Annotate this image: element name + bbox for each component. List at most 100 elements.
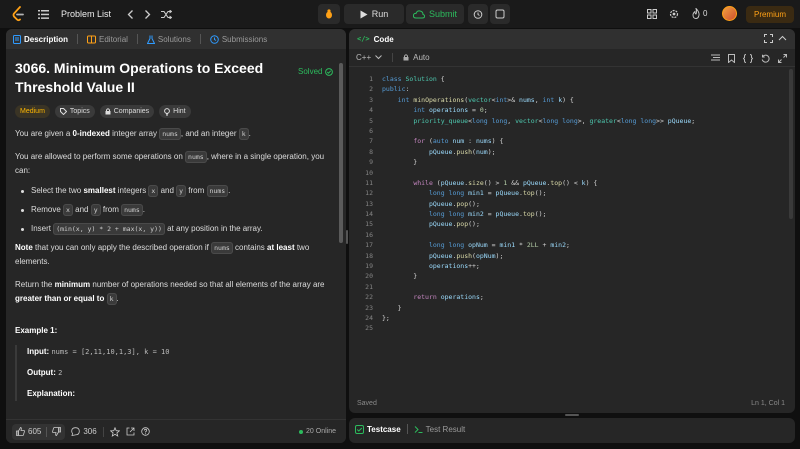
code-line[interactable]: public: <box>382 84 695 94</box>
panel-resize-handle-vertical[interactable] <box>346 230 348 244</box>
panel-resize-handle-horizontal[interactable] <box>565 414 579 416</box>
expand-icon[interactable] <box>778 54 787 63</box>
notes-button[interactable] <box>490 4 510 24</box>
line-number: 14 <box>365 210 373 219</box>
debug-button[interactable] <box>318 4 340 24</box>
code-line[interactable] <box>382 230 695 240</box>
code-line[interactable]: } <box>382 303 695 313</box>
line-number: 13 <box>365 199 373 208</box>
code-line[interactable]: } <box>382 157 695 167</box>
comments-button[interactable]: 306 <box>71 427 97 436</box>
share-icon[interactable] <box>126 427 135 436</box>
code-line[interactable] <box>382 323 695 333</box>
code-line[interactable]: while (pQueue.size() > 1 && pQueue.top()… <box>382 178 695 188</box>
code-line[interactable]: for (auto num : nums) { <box>382 136 695 146</box>
code-line[interactable]: int minOperations(vector<int>& nums, int… <box>382 95 695 105</box>
solved-badge: Solved <box>298 65 334 79</box>
line-number: 4 <box>369 106 373 115</box>
vote-divider <box>46 426 48 437</box>
code-line[interactable] <box>382 168 695 178</box>
problem-title[interactable]: 3066. Minimum Operations to Exceed Thres… <box>15 59 285 97</box>
language-select[interactable]: C++ <box>356 53 382 62</box>
code-line[interactable]: int operations = 0; <box>382 105 695 115</box>
braces-icon[interactable] <box>743 54 753 63</box>
document-icon <box>13 34 21 44</box>
line-number: 1 <box>369 75 373 83</box>
reset-icon[interactable] <box>761 54 770 63</box>
example-explanation: Explanation: <box>27 387 335 401</box>
settings-gear-icon[interactable] <box>669 9 679 19</box>
description-paragraph: You are given a 0-indexed integer array … <box>15 127 335 141</box>
code-panel-title: Code <box>373 34 394 44</box>
code-line[interactable]: long long min1 = pQueue.top(); <box>382 188 695 198</box>
tab-editorial-label: Editorial <box>99 34 128 44</box>
tab-description[interactable]: Description <box>10 34 71 44</box>
code-line[interactable] <box>382 126 695 136</box>
help-circle-icon[interactable] <box>141 427 150 436</box>
text: and <box>158 186 177 195</box>
tab-testcase[interactable]: Testcase <box>355 424 401 434</box>
hint-button[interactable]: Hint <box>159 105 191 118</box>
code-line[interactable]: long long opNum = min1 * 2LL + min2; <box>382 240 695 250</box>
line-number: 17 <box>365 241 373 250</box>
leetcode-logo-icon[interactable] <box>11 6 27 22</box>
timer-button[interactable] <box>468 4 488 24</box>
star-icon[interactable] <box>109 426 120 437</box>
companies-button[interactable]: Companies <box>99 105 155 118</box>
code-line[interactable]: operations++; <box>382 261 695 271</box>
bug-icon <box>326 9 332 19</box>
topics-button[interactable]: Topics <box>54 105 95 118</box>
line-number: 20 <box>365 272 373 281</box>
streak-counter[interactable]: 0 <box>692 8 707 19</box>
explanation-label: Explanation: <box>27 389 76 398</box>
chevron-left-icon[interactable] <box>127 9 134 19</box>
code-line[interactable] <box>382 282 695 292</box>
auto-mode-toggle[interactable]: Auto <box>403 53 430 62</box>
code-line[interactable]: pQueue.pop(); <box>382 219 695 229</box>
code-panel-header: </> Code <box>349 29 795 49</box>
streak-count: 0 <box>703 9 708 18</box>
inline-code: k <box>238 128 249 140</box>
format-lines-icon[interactable] <box>711 54 720 62</box>
submit-button[interactable]: Submit <box>406 4 464 24</box>
layout-grid-icon[interactable] <box>647 9 657 19</box>
code-line[interactable]: }; <box>382 313 695 323</box>
line-number: 3 <box>369 95 373 104</box>
chevron-right-icon[interactable] <box>144 9 151 19</box>
tab-submissions[interactable]: Submissions <box>207 35 270 44</box>
code-line[interactable]: pQueue.pop(); <box>382 199 695 209</box>
code-line[interactable]: pQueue.push(opNum); <box>382 251 695 261</box>
user-avatar[interactable] <box>722 6 737 21</box>
code-line[interactable]: return operations; <box>382 292 695 302</box>
example-output: Output: 2 <box>27 366 335 380</box>
maximize-icon[interactable] <box>764 34 773 45</box>
alarm-clock-icon <box>473 10 483 19</box>
code-line[interactable]: class Solution { <box>382 74 695 84</box>
code-line[interactable]: } <box>382 271 695 281</box>
code-line[interactable]: long long min2 = pQueue.top(); <box>382 209 695 219</box>
run-button[interactable]: Run <box>344 4 404 24</box>
problem-list-link[interactable]: Problem List <box>61 9 111 19</box>
text: from <box>186 186 207 195</box>
description-scrollbar[interactable] <box>339 63 343 243</box>
editor-scrollbar[interactable] <box>789 69 793 219</box>
line-number: 11 <box>365 178 373 187</box>
thumbs-down-icon[interactable] <box>52 427 62 436</box>
tab-solutions[interactable]: Solutions <box>144 35 194 44</box>
tab-editorial[interactable]: Editorial <box>84 35 131 44</box>
text: integer array <box>109 129 160 138</box>
premium-button[interactable]: Premium <box>746 6 794 23</box>
chevron-up-icon[interactable] <box>778 34 787 45</box>
code-editor[interactable]: 1 2 3 4 5 6 7 8 9 10 11 12 13 14 15 16 17 18 19 20 21 22 23 24 2… <box>349 69 795 389</box>
bookmark-icon[interactable] <box>728 54 735 63</box>
line-number: 18 <box>365 251 373 260</box>
shuffle-icon[interactable] <box>161 9 173 19</box>
code-line[interactable]: pQueue.push(num); <box>382 147 695 157</box>
code-lines[interactable]: class Solution {public: int minOperation… <box>382 74 695 334</box>
terminal-icon <box>414 425 423 433</box>
like-button[interactable]: 605 <box>12 423 66 440</box>
tab-test-result[interactable]: Test Result <box>414 425 465 434</box>
problem-list-icon[interactable] <box>38 9 49 19</box>
run-label: Run <box>371 9 389 19</box>
code-line[interactable]: priority_queue<long long, vector<long lo… <box>382 116 695 126</box>
